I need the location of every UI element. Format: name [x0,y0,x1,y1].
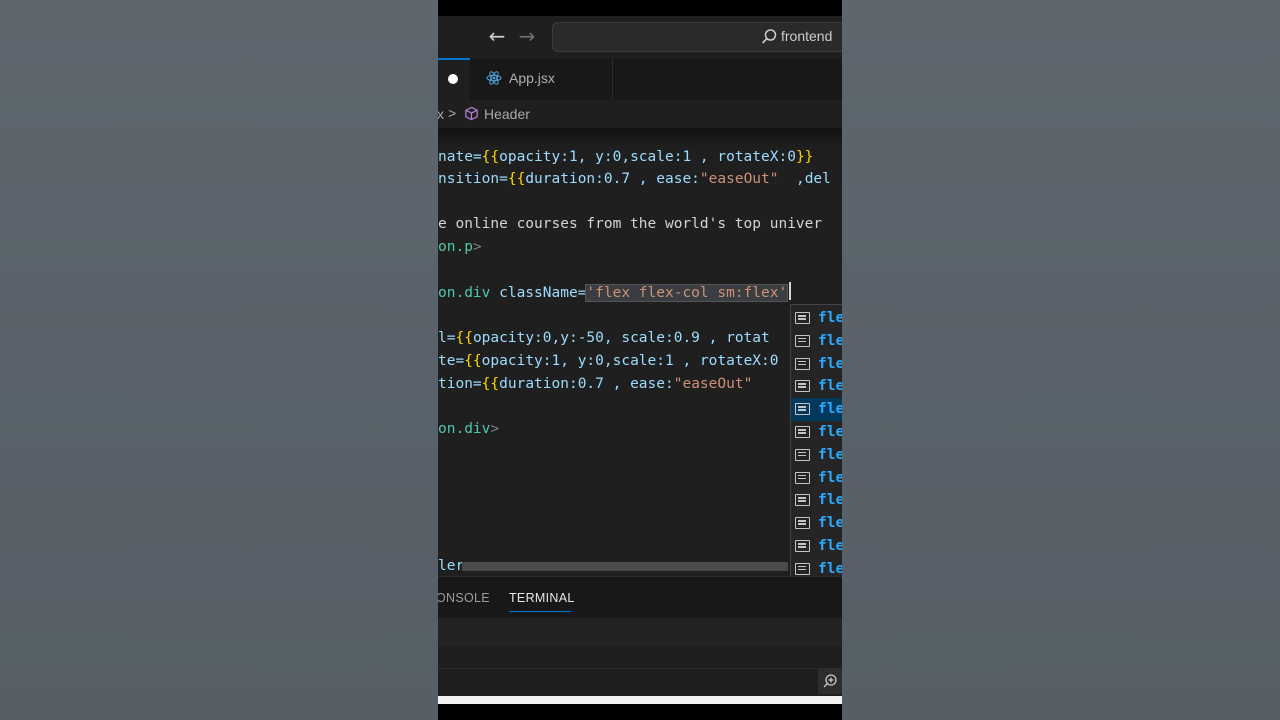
workspace-name: frontend [781,28,833,44]
code-line: on.p> [438,239,482,255]
text-snippet-icon [795,380,810,393]
code-line: nate={{opacity:1, y:0,scale:1 , rotateX:… [438,149,814,165]
suggestion-item[interactable]: fle [791,512,842,535]
suggestion-item[interactable]: fle [791,467,842,490]
video-background-left [0,0,438,720]
breadcrumb-fragment[interactable]: x [438,106,444,122]
suggestion-item[interactable]: fle [791,421,842,444]
forward-arrow-icon[interactable]: → [516,25,538,47]
tab-label: App.jsx [509,70,555,86]
suggestion-label: fle [818,538,842,554]
zoom-button[interactable] [818,668,842,694]
breadcrumb: x > Header [438,100,842,128]
react-icon [486,71,502,85]
code-line: tion={{duration:0.7 , ease:"easeOut" [438,376,753,392]
vscode-window: ← → frontend App.jsx x > Header nate={{o… [438,0,842,720]
text-snippet-icon [795,517,810,530]
code-line: nsition={{duration:0.7 , ease:"easeOut" … [438,171,831,187]
terminal-panel[interactable] [438,618,842,696]
editor-scroll-shadow [438,128,842,148]
code-line: l={{opacity:0,y:-50, scale:0.9 , rotat [438,330,770,346]
suggestion-item[interactable]: fle [791,307,842,330]
suggestion-item[interactable]: fle [791,375,842,398]
suggestion-item[interactable]: fle [791,444,842,467]
editor-footer [438,554,842,576]
code-line: e online courses from the world's top un… [438,216,823,232]
code-line: te={{opacity:1, y:0,scale:1 , rotateX:0 [438,353,779,369]
terminal-divider [438,668,842,669]
command-center-search[interactable]: frontend [552,22,842,52]
suggestion-item[interactable]: fle [791,398,842,422]
suggestion-label: fle [818,424,842,440]
text-snippet-icon [795,312,810,324]
suggestion-label: fle [818,378,842,395]
suggestion-label: fle [818,355,842,372]
suggestion-label: fle [818,332,842,349]
suggestion-label: fle [818,492,842,509]
text-snippet-icon [795,334,810,347]
tab-app-jsx[interactable]: App.jsx [472,58,613,100]
back-arrow-icon[interactable]: ← [486,25,508,47]
suggestion-label: fle [818,310,842,326]
code-editor[interactable]: nate={{opacity:1, y:0,scale:1 , rotateX:… [438,128,842,576]
search-icon [761,29,777,44]
symbol-cube-icon [465,106,478,121]
video-background-right [842,0,1280,720]
suggestion-label: fle [818,469,842,486]
suggestion-label: fle [818,446,842,463]
text-snippet-icon [795,357,810,370]
suggestion-item[interactable]: fle [791,330,842,353]
horizontal-scrollbar[interactable] [462,562,788,571]
zoom-in-icon [823,674,837,688]
code-line: on.div> [438,421,500,437]
title-bar: ← → frontend [438,16,842,58]
bottom-bar [438,696,842,704]
suggestion-label: fle [818,401,842,418]
text-snippet-icon [795,448,810,461]
text-snippet-icon [795,540,810,552]
tab-debug-console[interactable]: ONSOLE [438,591,490,605]
suggestion-item[interactable]: fle [791,353,842,376]
text-snippet-icon [795,494,810,507]
text-snippet-icon [795,403,810,416]
chevron-right-icon: > [448,105,457,121]
text-cursor [789,282,792,300]
tab-active-unsaved[interactable] [438,58,470,100]
editor-tab-bar: App.jsx [438,58,842,101]
tab-terminal[interactable]: TERMINAL [509,591,575,605]
suggestion-label: fle [818,515,842,532]
code-line-current: on.div className='flex flex-col sm:flex' [438,282,792,304]
text-snippet-icon [795,426,810,438]
unsaved-dot-icon[interactable] [448,74,458,84]
panel-tab-bar: ONSOLE TERMINAL [438,576,842,619]
breadcrumb-symbol-header[interactable]: Header [484,106,530,122]
terminal-output-area [438,618,842,646]
active-tab-indicator [509,611,571,612]
autocomplete-suggestion-list[interactable]: fle fle fle fle fle fle fle fle fle fle fle fle [790,304,842,576]
text-snippet-icon [795,471,810,484]
suggestion-item[interactable]: fle [791,489,842,512]
